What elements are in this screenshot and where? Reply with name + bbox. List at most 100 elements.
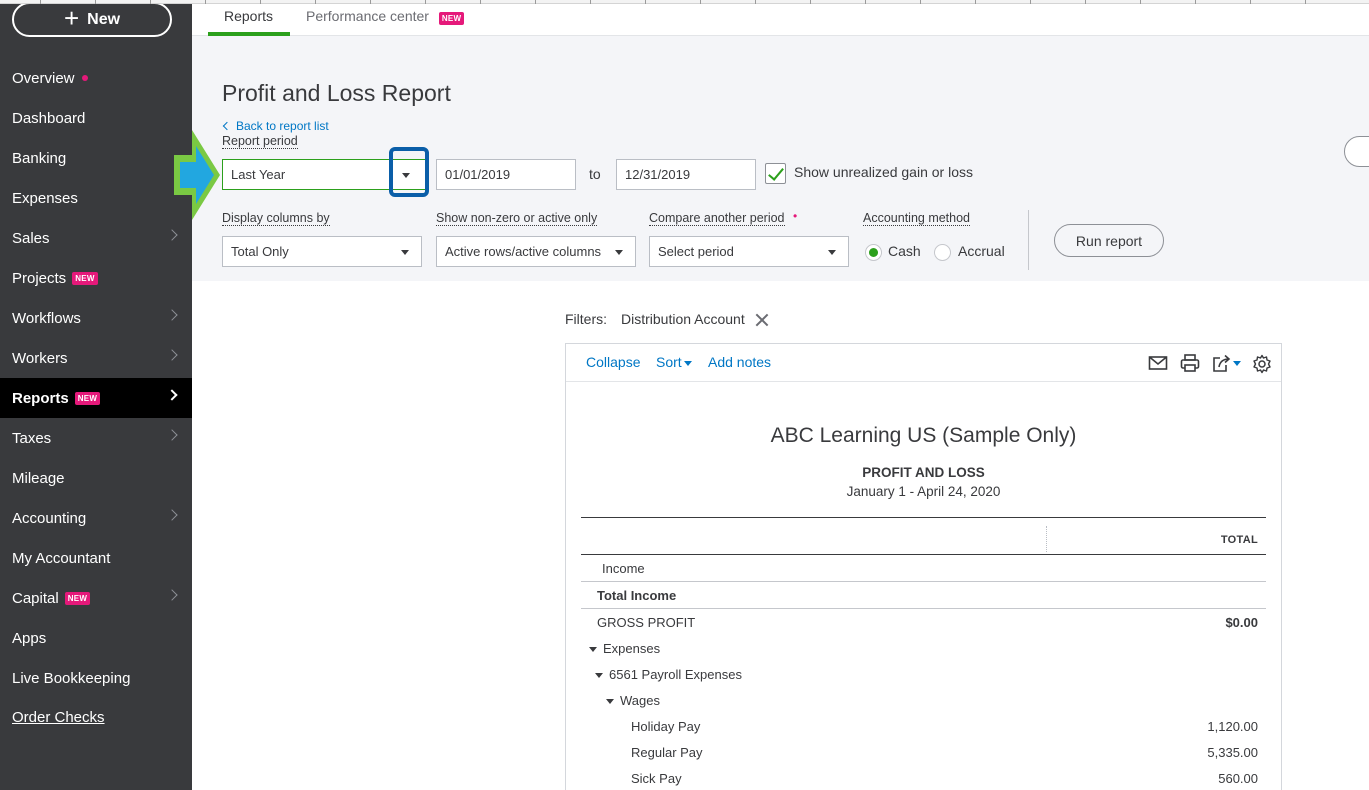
gear-icon[interactable]	[1252, 354, 1272, 374]
top-tabs: Reports Performance center NEW	[192, 0, 1369, 36]
unrealized-gain-checkbox[interactable]	[765, 163, 786, 184]
nonzero-value: Active rows/active columns	[445, 244, 602, 259]
new-button[interactable]: + New	[12, 2, 172, 37]
sidebar-item-label: Apps	[12, 629, 47, 647]
table-row[interactable]: Wages	[581, 687, 1266, 714]
accounting-method-label: Accounting method	[863, 211, 971, 226]
sidebar-item-reports[interactable]: Reports NEW	[0, 378, 192, 418]
chevron-right-icon	[166, 229, 178, 241]
sidebar-item-workers[interactable]: Workers	[0, 338, 192, 378]
to-label: to	[589, 166, 601, 182]
plus-icon: +	[63, 3, 80, 33]
sidebar-item-sales[interactable]: Sales	[0, 218, 192, 258]
display-columns-label: Display columns by	[222, 211, 330, 226]
sidebar-item-dashboard[interactable]: Dashboard	[0, 98, 192, 138]
sort-link[interactable]: Sort	[656, 354, 692, 370]
close-icon[interactable]	[755, 313, 769, 327]
print-icon[interactable]	[1180, 354, 1200, 373]
page-title: Profit and Loss Report	[222, 80, 451, 106]
sidebar-item-banking[interactable]: Banking	[0, 138, 192, 178]
report-period-value: Last Year	[231, 167, 286, 182]
export-icon[interactable]	[1212, 354, 1244, 374]
company-name: ABC Learning US (Sample Only)	[770, 424, 1077, 447]
compare-period-label: Compare another period	[649, 211, 785, 226]
collapse-triangle-icon[interactable]	[606, 699, 614, 705]
email-icon[interactable]	[1148, 354, 1168, 372]
table-row[interactable]: Total Income	[581, 582, 1266, 609]
sidebar-item-label: Accounting	[12, 509, 87, 527]
cash-label: Cash	[888, 243, 921, 259]
date-from-input[interactable]: 01/01/2019	[436, 159, 576, 190]
filters-label: Filters:	[565, 311, 607, 327]
required-dot: •	[793, 209, 798, 223]
collapse-triangle-icon[interactable]	[595, 673, 603, 679]
row-label: Income	[602, 561, 645, 576]
table-header: TOTAL	[581, 518, 1266, 555]
sidebar-item-accounting[interactable]: Accounting	[0, 498, 192, 538]
customize-button[interactable]	[1344, 136, 1369, 167]
chevron-left-icon	[222, 121, 232, 131]
notification-dot	[81, 75, 88, 81]
table-row[interactable]: GROSS PROFIT $0.00	[581, 609, 1266, 636]
row-label-text: Expenses	[603, 641, 661, 656]
new-button-label: New	[87, 10, 121, 28]
dropdown-caret-icon	[401, 250, 409, 255]
sidebar-item-label: Sales	[12, 229, 50, 247]
sidebar-item-taxes[interactable]: Taxes	[0, 418, 192, 458]
back-to-report-list-link[interactable]: Back to report list	[222, 119, 329, 133]
nonzero-select[interactable]: Active rows/active columns	[436, 236, 636, 267]
row-label: Regular Pay	[631, 745, 703, 760]
sidebar-item-workflows[interactable]: Workflows	[0, 298, 192, 338]
report-period-label: Report period	[222, 134, 298, 149]
row-label: Total Income	[597, 588, 677, 603]
sidebar-item-label: Order Checks	[12, 708, 105, 726]
chevron-right-icon	[166, 309, 178, 321]
sidebar-item-capital[interactable]: Capital NEW	[0, 578, 192, 618]
table-row[interactable]: Sick Pay 560.00	[581, 765, 1266, 790]
row-label: 6561 Payroll Expenses	[595, 667, 742, 682]
row-label: Expenses	[589, 641, 660, 656]
sidebar-item-label: Mileage	[12, 469, 65, 487]
sidebar-item-projects[interactable]: Projects NEW	[0, 258, 192, 298]
row-label: Holiday Pay	[631, 719, 701, 734]
chevron-right-icon	[166, 429, 178, 441]
tab-reports[interactable]: Reports	[224, 8, 273, 24]
sidebar-item-order-checks[interactable]: Order Checks	[0, 697, 192, 737]
sidebar-item-label: Capital	[12, 589, 59, 607]
dropdown-highlight-box	[389, 147, 429, 197]
unrealized-gain-label: Show unrealized gain or loss	[794, 164, 973, 180]
report-toolbar: Collapse Sort Add notes	[566, 344, 1281, 382]
dropdown-caret-icon	[615, 250, 623, 255]
sidebar-item-my-accountant[interactable]: My Accountant	[0, 538, 192, 578]
filter-chip-distribution-account: Distribution Account	[621, 311, 745, 327]
compare-period-select[interactable]: Select period	[649, 236, 849, 267]
display-columns-select[interactable]: Total Only	[222, 236, 422, 267]
run-report-button[interactable]: Run report	[1054, 224, 1164, 257]
table-row[interactable]: 6561 Payroll Expenses	[581, 661, 1266, 688]
accrual-label: Accrual	[958, 243, 1005, 259]
table-row[interactable]: Expenses	[581, 635, 1266, 662]
back-link-label: Back to report list	[236, 119, 329, 133]
collapse-link[interactable]: Collapse	[586, 354, 640, 370]
add-notes-link[interactable]: Add notes	[708, 354, 771, 370]
tab-label: Performance center	[306, 8, 429, 24]
column-separator	[1046, 526, 1047, 552]
table-row[interactable]: Holiday Pay 1,120.00	[581, 713, 1266, 740]
sidebar-item-live-bookkeeping[interactable]: Live Bookkeeping	[0, 658, 192, 698]
cash-radio[interactable]	[865, 244, 882, 261]
accrual-radio[interactable]	[934, 244, 951, 261]
tab-performance-center[interactable]: Performance center NEW	[306, 8, 465, 25]
chevron-right-icon	[166, 509, 178, 521]
sidebar-item-mileage[interactable]: Mileage	[0, 458, 192, 498]
collapse-triangle-icon[interactable]	[589, 647, 597, 653]
sidebar-item-overview[interactable]: Overview	[0, 58, 192, 98]
row-value: 1,120.00	[1207, 719, 1258, 734]
report-date-range: January 1 - April 24, 2020	[846, 484, 1001, 499]
sidebar-item-apps[interactable]: Apps	[0, 618, 192, 658]
table-row[interactable]: Regular Pay 5,335.00	[581, 739, 1266, 766]
vertical-divider	[1028, 210, 1029, 270]
chevron-right-icon	[166, 349, 178, 361]
date-to-input[interactable]: 12/31/2019	[616, 159, 756, 190]
table-row[interactable]: Income	[581, 555, 1266, 582]
sidebar-item-expenses[interactable]: Expenses	[0, 178, 192, 218]
